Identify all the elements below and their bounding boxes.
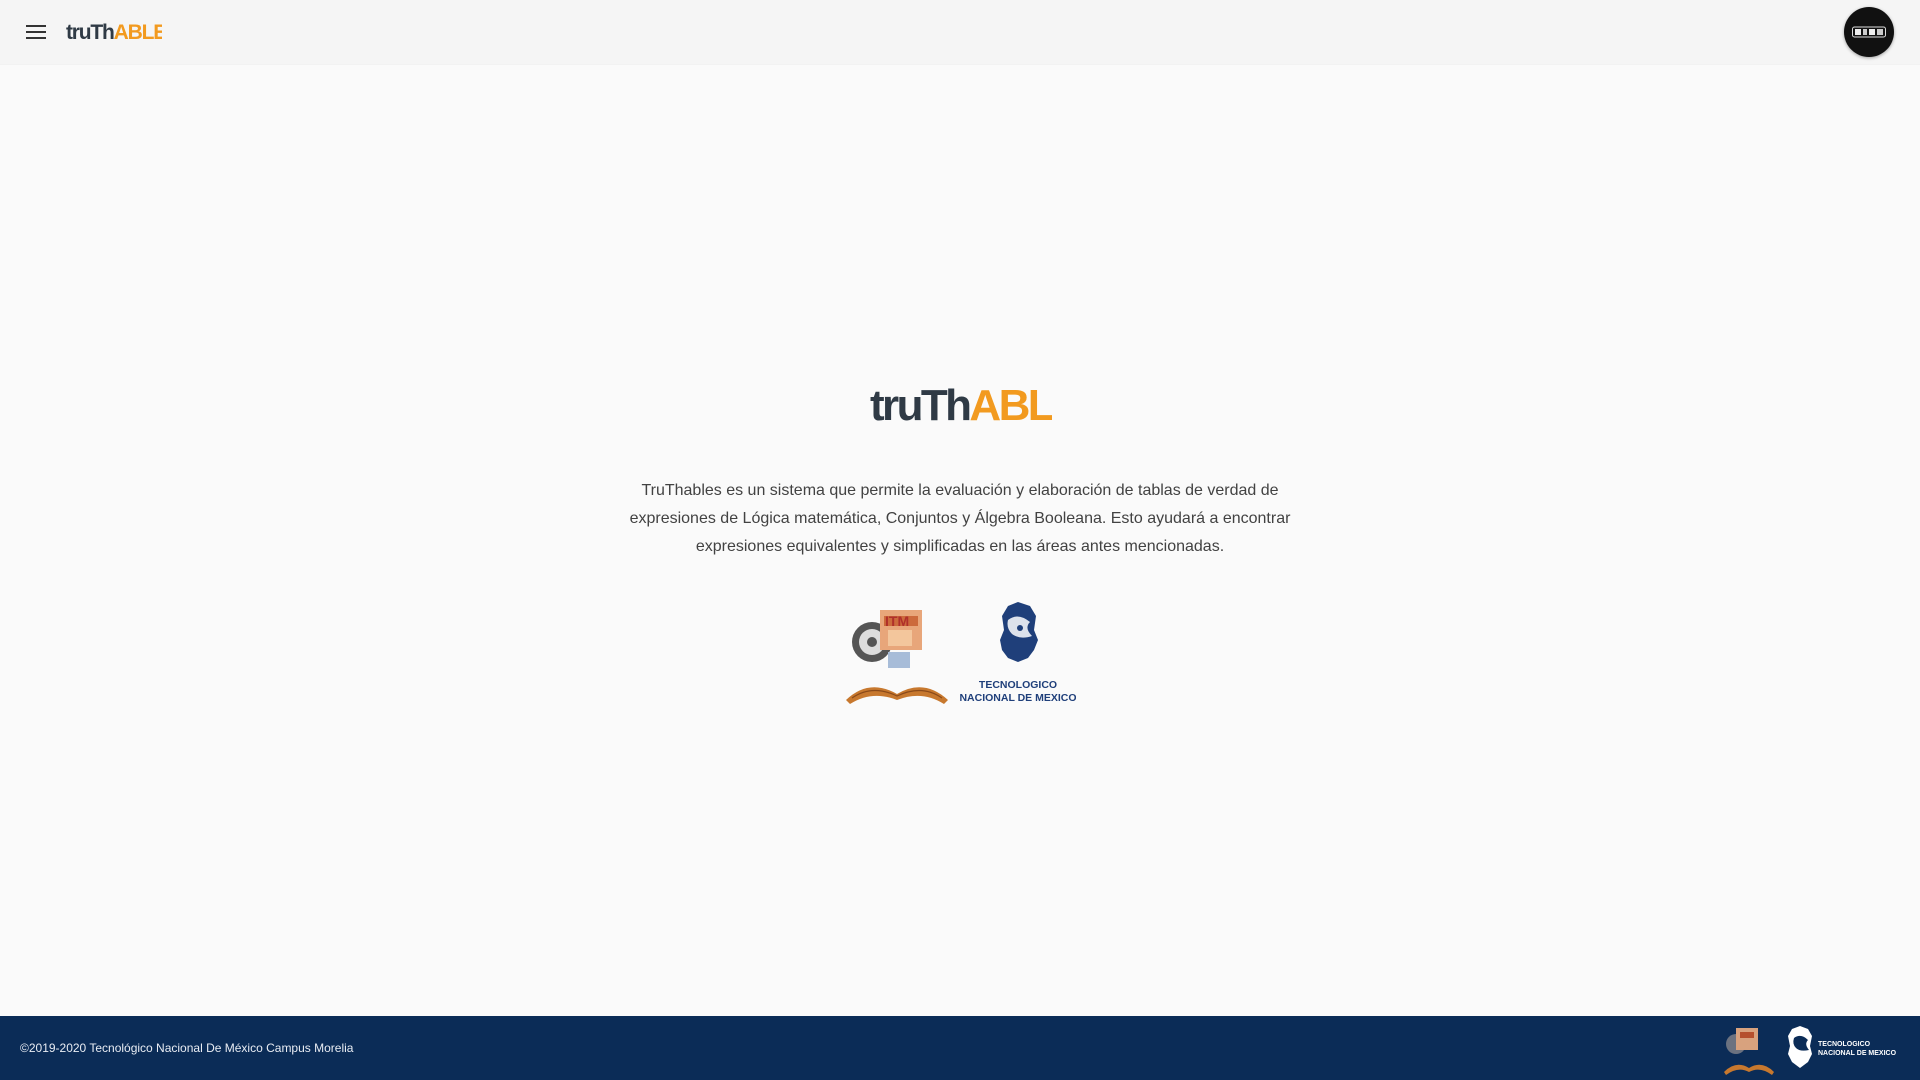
footer-tecnm-line2: NACIONAL DE MEXICO [1818,1050,1897,1057]
institution-logos: ITM TECNOLOGICO NACIONAL DE MEXICO [846,602,1076,704]
app-root: truThABLES truThABLES TruThables es un s… [0,0,1920,1080]
truthables-logo[interactable]: truThABLES [66,18,162,46]
itm-emblem: ITM [846,610,948,704]
top-app-bar: truThABLES [0,0,1920,64]
tecnm-emblem-line1: TECNOLOGICO [979,679,1057,691]
main-logo-part-truth: truTh [870,381,970,428]
menu-icon [26,25,46,39]
page-footer: ©2019-2020 Tecnológico Nacional De Méxic… [0,1016,1920,1080]
main-truthables-logo: truThABLES [870,381,1052,428]
footer-itm-emblem [1724,1028,1774,1075]
footer-tecnm-line1: TECNOLOGICO [1818,1041,1871,1048]
logo-part-ables: ABLES [114,21,162,44]
svg-text:truThABLES: truThABLES [66,21,162,44]
logo-part-truth: truTh [66,21,114,44]
footer-tecnm-emblem: TECNOLOGICO NACIONAL DE MEXICO [1788,1026,1897,1068]
user-avatar-button[interactable] [1844,7,1894,57]
footer-institution-logos: TECNOLOGICO NACIONAL DE MEXICO [1724,1026,1897,1075]
svg-text:truThABLES: truThABLES [870,381,1052,428]
copyright-text: ©2019-2020 Tecnológico Nacional De Méxic… [20,1041,354,1055]
menu-button[interactable] [18,14,54,50]
user-avatar-icon [1852,26,1886,38]
itm-emblem-text: ITM [885,613,909,629]
tecnm-emblem: TECNOLOGICO NACIONAL DE MEXICO [959,602,1076,704]
app-description: TruThables es un sistema que permite la … [629,482,1291,555]
main-logo-part-ables: ABLES [969,381,1052,428]
tecnm-emblem-line2: NACIONAL DE MEXICO [959,692,1076,704]
